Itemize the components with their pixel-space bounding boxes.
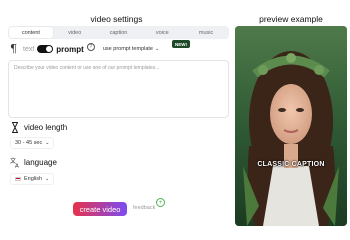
prompt-mode-row: ¶ text prompt ? use prompt template ⌄ (10, 42, 229, 55)
video-settings-panel: video settings content video caption voi… (4, 0, 229, 240)
toggle-knob (46, 46, 53, 52)
preview-portrait-image (235, 26, 347, 226)
settings-tabs: content video caption voice music (8, 26, 229, 39)
language-label: language (24, 157, 57, 167)
chevron-down-icon: ⌄ (45, 140, 50, 146)
tab-content[interactable]: content (9, 27, 53, 38)
tab-voice[interactable]: voice (140, 27, 184, 38)
prompt-textarea[interactable]: Describe your video content or use one o… (8, 60, 229, 118)
prompt-template-label: use prompt template (102, 46, 153, 52)
prompt-mode-toggle[interactable] (37, 45, 54, 53)
video-length-label: video length (24, 122, 68, 132)
video-length-select[interactable]: 30 - 45 sec ⌄ (10, 137, 55, 149)
hourglass-icon (10, 121, 20, 133)
preview-panel: preview example CLASSIC CAPTION (232, 0, 350, 240)
create-video-button[interactable]: create video (73, 202, 127, 216)
preview-title: preview example (259, 14, 323, 24)
prompt-template-select[interactable]: use prompt template ⌄ (103, 46, 159, 52)
language-select[interactable]: English ⌄ (10, 173, 55, 185)
chevron-down-icon: ⌄ (45, 176, 50, 182)
tab-caption[interactable]: caption (97, 27, 141, 38)
tab-music[interactable]: music (184, 27, 228, 38)
preview-caption: CLASSIC CAPTION (257, 161, 325, 168)
language-value: English (24, 176, 43, 182)
new-badge: NEW! (172, 40, 190, 48)
pilcrow-icon: ¶ (10, 42, 17, 55)
language-heading: 文 A language (10, 156, 57, 168)
svg-text:A: A (15, 163, 19, 168)
preview-video[interactable]: CLASSIC CAPTION (235, 26, 347, 226)
text-mode-label[interactable]: text (23, 46, 34, 53)
translate-icon: 文 A (10, 156, 20, 168)
settings-title: video settings (90, 14, 143, 24)
tab-video[interactable]: video (53, 27, 97, 38)
video-length-value: 30 - 45 sec (15, 140, 43, 146)
help-circle-icon[interactable]: ? (86, 42, 95, 51)
flag-icon (15, 177, 21, 181)
feedback-plus-icon[interactable]: + (156, 198, 165, 207)
chevron-down-icon: ⌄ (155, 46, 160, 52)
prompt-mode-label[interactable]: prompt (56, 45, 84, 54)
feedback-link[interactable]: feedback (133, 205, 155, 211)
video-length-heading: video length (10, 121, 67, 133)
